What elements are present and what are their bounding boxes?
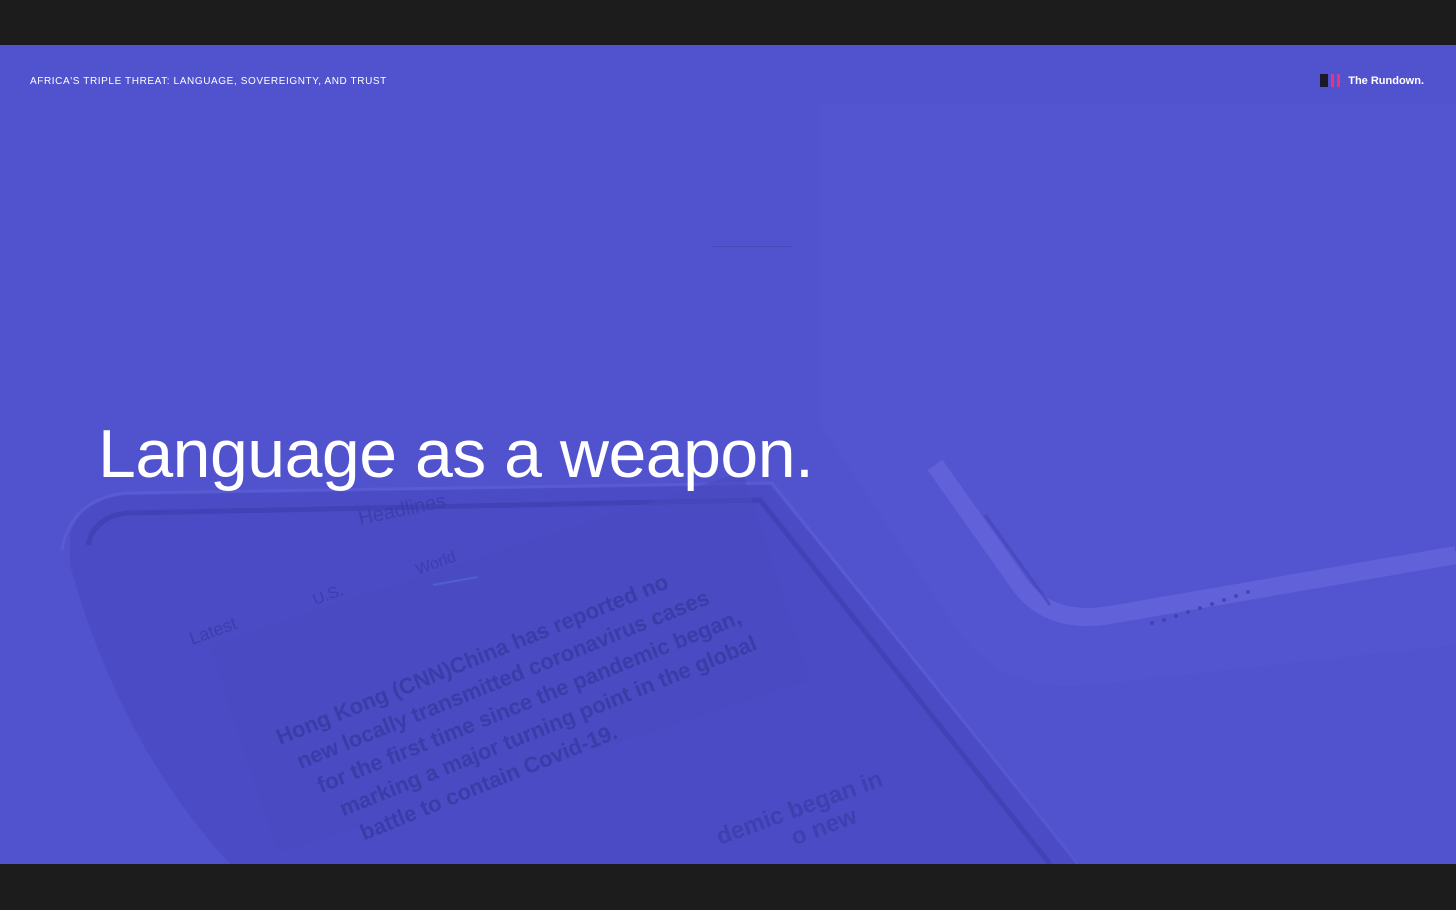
brand[interactable]: The Rundown. [1320, 74, 1424, 87]
divider [712, 246, 792, 247]
brand-name: The Rundown. [1348, 74, 1424, 87]
tablet-device [820, 105, 1456, 687]
rundown-logo-icon [1320, 74, 1341, 87]
article-kicker: AFRICA'S TRIPLE THREAT: LANGUAGE, SOVERE… [30, 76, 387, 87]
slide-headline: Language as a weapon. [98, 416, 814, 492]
slide: Headlines Latest U.S. World Hong Kong (C… [0, 45, 1456, 864]
letterbox-top [0, 0, 1456, 45]
letterbox-bottom [0, 864, 1456, 910]
